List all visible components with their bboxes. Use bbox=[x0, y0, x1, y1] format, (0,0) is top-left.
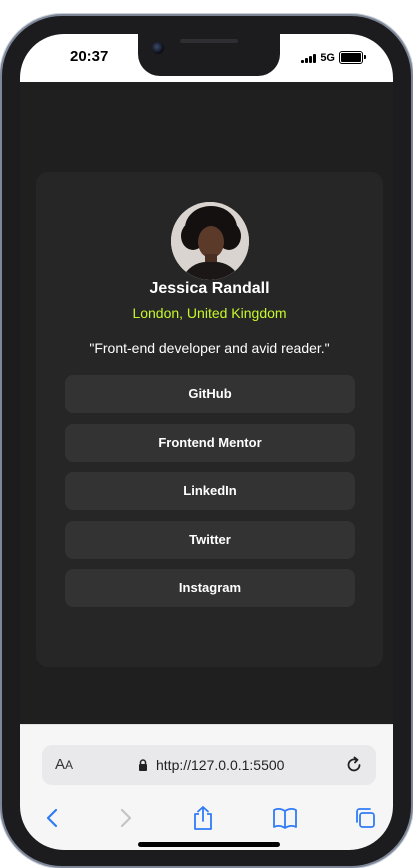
profile-location: London, United Kingdom bbox=[132, 305, 287, 321]
reader-settings-button[interactable]: AA bbox=[55, 756, 73, 773]
share-icon bbox=[194, 806, 212, 830]
signal-icon bbox=[301, 53, 317, 63]
profile-name: Jessica Randall bbox=[149, 280, 270, 297]
home-indicator bbox=[138, 842, 280, 847]
back-button[interactable] bbox=[37, 803, 67, 833]
link-github-button[interactable]: GitHub bbox=[65, 375, 355, 413]
lock-icon bbox=[139, 759, 147, 771]
book-icon bbox=[273, 808, 297, 829]
status-indicators: 5G bbox=[301, 51, 366, 64]
chevron-right-icon bbox=[120, 808, 132, 828]
status-bar: 20:37 5G bbox=[20, 34, 393, 82]
web-page: Jessica Randall London, United Kingdom "… bbox=[20, 82, 393, 724]
battery-icon bbox=[339, 51, 366, 64]
phone-frame: 20:37 5G Jessica Randall London, United … bbox=[2, 16, 411, 866]
tabs-button[interactable] bbox=[350, 803, 380, 833]
tabs-icon bbox=[356, 808, 375, 828]
status-time: 20:37 bbox=[70, 48, 109, 65]
browser-toolbar bbox=[20, 799, 393, 839]
speaker-grille bbox=[180, 39, 238, 43]
phone-screen: 20:37 5G Jessica Randall London, United … bbox=[20, 34, 393, 850]
link-twitter-button[interactable]: Twitter bbox=[65, 520, 355, 559]
address-bar[interactable]: AA http://127.0.0.1:5500 bbox=[42, 745, 376, 785]
notch bbox=[138, 34, 280, 76]
profile-card: Jessica Randall London, United Kingdom "… bbox=[36, 172, 383, 667]
link-instagram-button[interactable]: Instagram bbox=[65, 569, 355, 607]
social-links: GitHub Frontend Mentor LinkedIn Twitter … bbox=[65, 375, 355, 618]
share-button[interactable] bbox=[188, 803, 218, 833]
avatar-portrait-icon bbox=[171, 202, 249, 280]
bookmarks-button[interactable] bbox=[270, 803, 300, 833]
link-frontend-mentor-button[interactable]: Frontend Mentor bbox=[65, 423, 355, 462]
avatar bbox=[171, 202, 249, 280]
reload-icon[interactable] bbox=[344, 755, 364, 775]
forward-button[interactable] bbox=[111, 803, 141, 833]
chevron-left-icon bbox=[46, 808, 58, 828]
network-label: 5G bbox=[320, 51, 335, 64]
link-linkedin-button[interactable]: LinkedIn bbox=[65, 472, 355, 510]
url-text[interactable]: http://127.0.0.1:5500 bbox=[156, 757, 284, 773]
profile-bio: "Front-end developer and avid reader." bbox=[89, 340, 330, 356]
camera-icon bbox=[152, 42, 164, 54]
browser-chrome: AA http://127.0.0.1:5500 bbox=[20, 724, 393, 850]
